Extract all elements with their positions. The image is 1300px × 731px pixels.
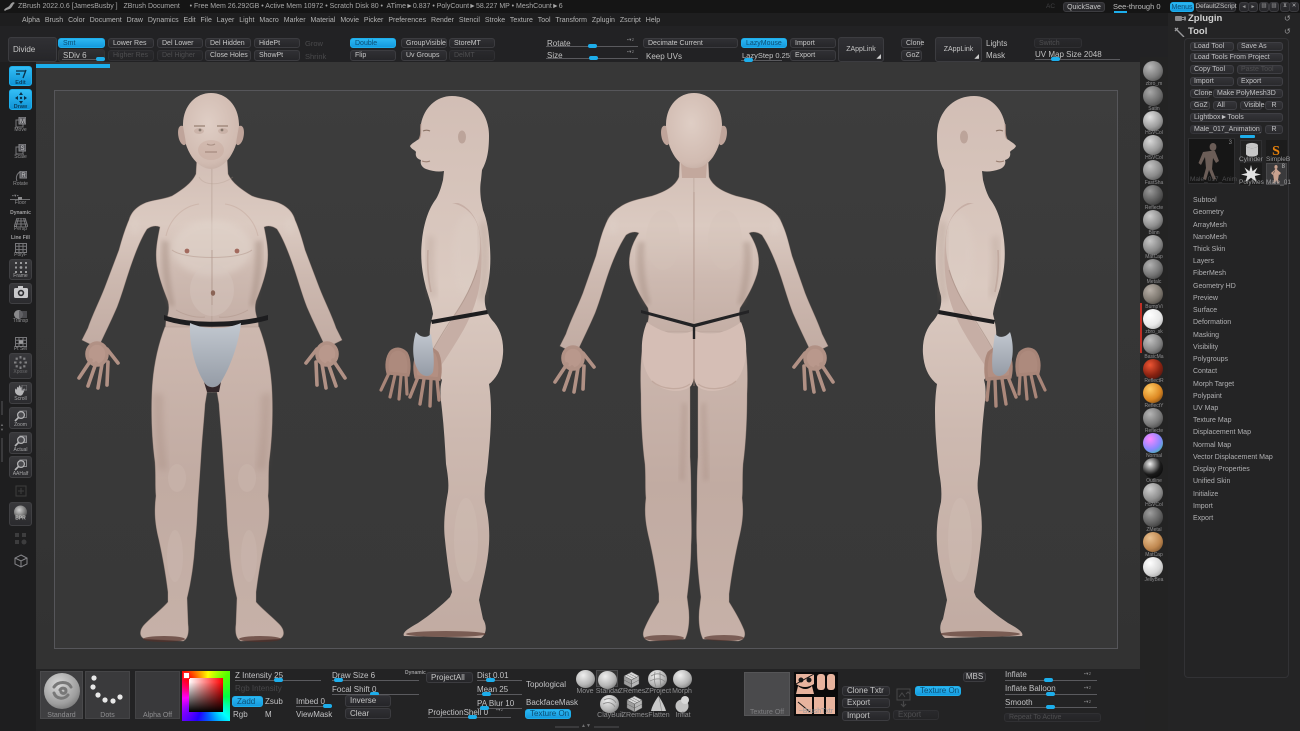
svg-text:R: R: [21, 173, 26, 179]
svg-text:M: M: [20, 119, 25, 125]
svg-text:BPR: BPR: [15, 516, 26, 522]
svg-text:S: S: [20, 146, 24, 152]
